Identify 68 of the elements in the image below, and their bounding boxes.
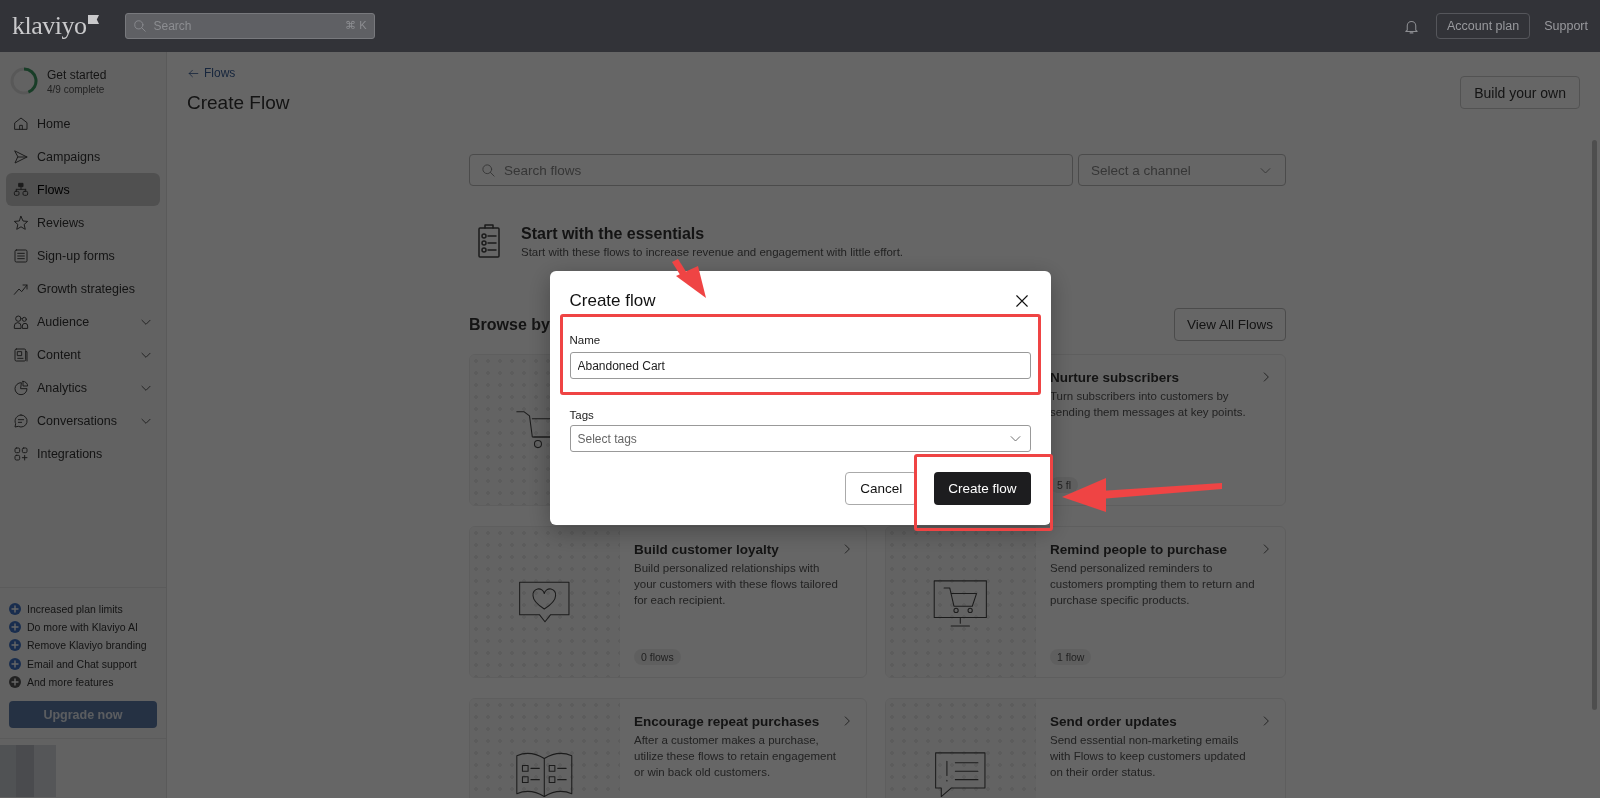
page-title: Create Flow bbox=[187, 92, 290, 114]
support-link[interactable]: Support bbox=[1544, 19, 1588, 33]
plus-circle-icon bbox=[9, 620, 21, 633]
tags-dropdown[interactable]: Select tags bbox=[569, 425, 1031, 452]
document-icon bbox=[13, 346, 29, 363]
arrow-annotation bbox=[672, 259, 706, 298]
plus-circle-icon bbox=[9, 675, 21, 688]
field-label: Tags bbox=[569, 409, 595, 421]
sidebar-item[interactable]: Integrations bbox=[6, 437, 160, 470]
flow-icon bbox=[13, 181, 29, 198]
blurred-block bbox=[0, 745, 56, 797]
sidebar-item[interactable]: Analytics bbox=[6, 371, 160, 404]
name-input[interactable]: Abandoned Cart bbox=[569, 352, 1031, 379]
plus-circle-icon bbox=[9, 602, 21, 615]
card-description: Send essential non-marketing emails with Flows to keep customers updated on their order status. bbox=[1050, 733, 1247, 780]
flag-icon bbox=[87, 15, 99, 24]
plus-circle-icon bbox=[9, 657, 21, 670]
account-plan-button[interactable]: Account plan bbox=[1435, 13, 1531, 39]
search-icon bbox=[481, 163, 496, 178]
sidebar-item[interactable]: Campaigns bbox=[6, 140, 160, 173]
view-all-flows-button[interactable]: View All Flows bbox=[1173, 308, 1286, 341]
sidebar-item[interactable]: Reviews bbox=[6, 206, 160, 239]
card-title: Remind people to purchase bbox=[1050, 542, 1228, 557]
sidebar-item[interactable]: Audience bbox=[6, 305, 160, 338]
send-icon bbox=[13, 148, 29, 165]
back-link[interactable]: Flows bbox=[187, 66, 290, 80]
build-your-own-button[interactable]: Build your own bbox=[1460, 76, 1580, 109]
grid-icon bbox=[13, 445, 29, 462]
home-icon bbox=[13, 115, 29, 132]
flow-card[interactable]: Send order updates Send essential non-marketing emails with Flows to keep customers updated on their order status. bbox=[885, 698, 1286, 798]
sidebar-item[interactable]: Home bbox=[6, 107, 160, 140]
create-flow-button[interactable]: Create flow bbox=[934, 472, 1031, 505]
feature-text: Email and Chat support bbox=[27, 657, 137, 670]
sidebar-item[interactable]: Growth strategies bbox=[6, 272, 160, 305]
people-icon bbox=[13, 313, 29, 330]
sidebar-item[interactable]: Sign-up forms bbox=[6, 239, 160, 272]
progress-subtitle: 4/9 complete bbox=[47, 83, 106, 95]
sidebar-item[interactable]: Flows bbox=[6, 173, 160, 206]
scrollbar[interactable] bbox=[1592, 140, 1597, 710]
feature-text: And more features bbox=[27, 675, 114, 688]
card-title: Build customer loyalty bbox=[634, 542, 779, 557]
section-title: Start with the essentials bbox=[521, 224, 706, 243]
section-description: Start with these flows to increase revenue and engagement with little effort. bbox=[521, 245, 904, 258]
card-title: Nurture subscribers bbox=[1050, 370, 1180, 385]
dialog-title: Create flow bbox=[569, 291, 656, 311]
section-title: Browse by bbox=[469, 315, 550, 334]
card-description: Send personalized reminders to customers prompting them to return and purchase specific products. bbox=[1050, 561, 1256, 608]
feature-text: Do more with Klaviyo AI bbox=[27, 620, 138, 633]
sidebar-item[interactable]: Conversations bbox=[6, 404, 160, 437]
flow-card[interactable]: Encourage repeat purchases After a customer makes a purchase, utilize these flows to retain engagement or win back old customers. bbox=[469, 698, 867, 798]
progress-title[interactable]: Get started bbox=[47, 67, 107, 82]
card-title: Send order updates bbox=[1050, 714, 1177, 729]
card-description: After a customer makes a purchase, utilize these flows to retain engagement or win back old customers. bbox=[634, 733, 837, 780]
star-icon bbox=[13, 214, 29, 231]
card-title: Encourage repeat purchases bbox=[634, 714, 820, 729]
plus-circle-icon bbox=[9, 639, 21, 652]
feature-text: Increased plan limits bbox=[27, 602, 123, 615]
card-description: Turn subscribers into customers by sending them messages at key points. bbox=[1050, 389, 1247, 420]
sidebar-item[interactable]: Content bbox=[6, 338, 160, 371]
logo-text[interactable]: klaviyo bbox=[12, 11, 87, 41]
card-description: Build personalized relationships with your customers with these flows tailored for each recipient. bbox=[634, 561, 839, 608]
clipboard-list-icon bbox=[477, 224, 501, 258]
form-icon bbox=[13, 247, 29, 264]
pie-chart-icon bbox=[13, 379, 29, 396]
chat-icon bbox=[13, 412, 29, 429]
search-icon bbox=[132, 19, 147, 33]
feature-text: Remove Klaviyo branding bbox=[27, 639, 147, 652]
field-label: Name bbox=[569, 334, 602, 346]
